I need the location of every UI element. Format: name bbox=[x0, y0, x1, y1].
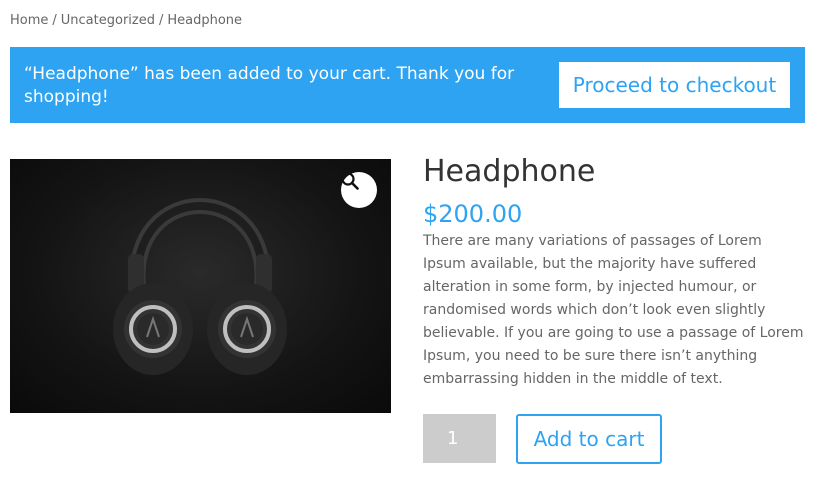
breadcrumb-home-link[interactable]: Home bbox=[10, 13, 48, 28]
breadcrumb-separator: / bbox=[158, 13, 164, 28]
breadcrumb-current: Headphone bbox=[167, 13, 243, 28]
cart-notice-banner: “Headphone” has been added to your cart.… bbox=[10, 47, 805, 123]
magnifier-icon bbox=[341, 172, 359, 190]
quantity-input[interactable] bbox=[423, 414, 496, 463]
headphone-image bbox=[113, 198, 287, 375]
breadcrumb-separator: / bbox=[52, 13, 57, 28]
product-description: There are many variations of passages of… bbox=[423, 233, 804, 387]
breadcrumb: Home / Uncategorized / Headphone bbox=[10, 13, 242, 28]
product-price: $200.00 bbox=[423, 200, 523, 228]
zoom-button[interactable] bbox=[341, 172, 377, 208]
cart-notice-message: “Headphone” has been added to your cart.… bbox=[24, 64, 515, 107]
product-title: Headphone bbox=[423, 154, 596, 189]
add-to-cart-button[interactable]: Add to cart bbox=[516, 414, 662, 464]
breadcrumb-category-link[interactable]: Uncategorized bbox=[61, 13, 155, 28]
proceed-to-checkout-button[interactable]: Proceed to checkout bbox=[559, 62, 790, 108]
product-image[interactable] bbox=[10, 159, 391, 413]
